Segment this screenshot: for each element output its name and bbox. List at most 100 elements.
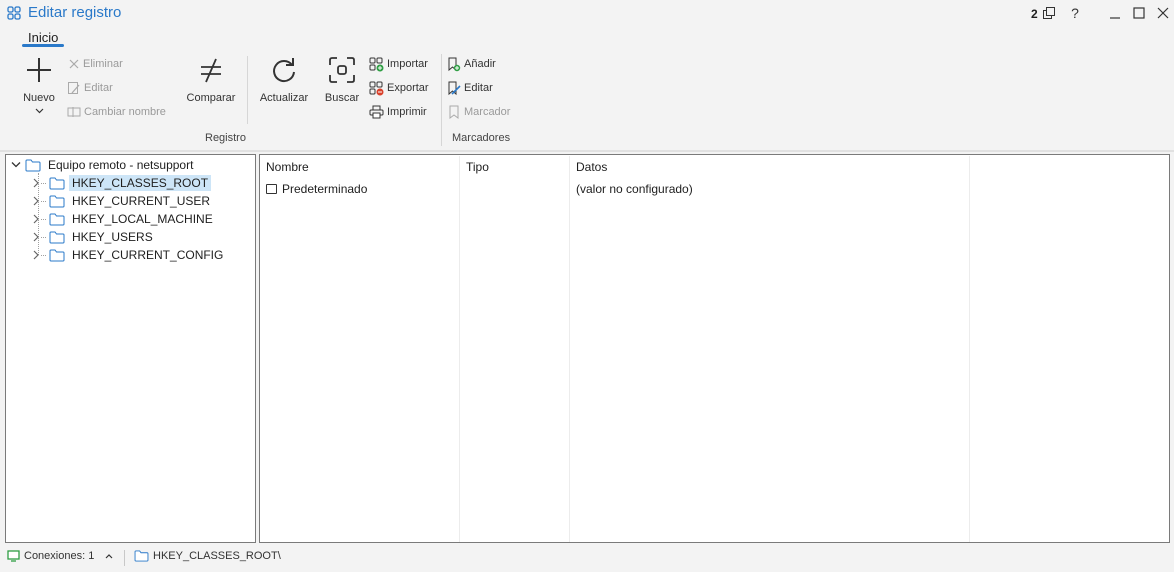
ribbon-separator xyxy=(441,54,442,146)
eliminar-button[interactable]: Eliminar xyxy=(68,55,123,73)
buscar-button[interactable]: Buscar xyxy=(322,56,362,104)
column-divider xyxy=(569,156,570,542)
tree-guide-line xyxy=(41,200,46,202)
marcador-button[interactable]: Marcador xyxy=(447,103,510,121)
table-row-nombre[interactable]: Predeterminado xyxy=(266,182,367,196)
bookmark-icon xyxy=(449,105,459,119)
maximize-button[interactable] xyxy=(1130,4,1148,22)
nuevo-label: Nuevo xyxy=(23,92,55,104)
cambiar-nombre-label: Cambiar nombre xyxy=(84,106,166,118)
registro-group-label: Registro xyxy=(205,132,246,144)
import-icon xyxy=(369,57,384,71)
value-name: Predeterminado xyxy=(282,182,368,196)
eliminar-label: Eliminar xyxy=(83,58,123,70)
folder-icon xyxy=(49,213,65,225)
window-title: Editar registro xyxy=(28,4,122,21)
imprimir-label: Imprimir xyxy=(387,106,427,118)
actualizar-button[interactable]: Actualizar xyxy=(258,56,310,104)
add-bookmark-icon xyxy=(448,57,461,71)
imprimir-button[interactable]: Imprimir xyxy=(369,103,427,121)
editar-label: Editar xyxy=(84,82,113,94)
window-count-badge: 2 xyxy=(1031,7,1038,21)
column-header-datos[interactable]: Datos xyxy=(576,160,607,174)
tree-item-hkey-users[interactable]: HKEY_USERS xyxy=(30,228,156,246)
tree-item-hkey-classes-root[interactable]: HKEY_CLASSES_ROOT xyxy=(30,174,212,192)
editar-button[interactable]: Editar xyxy=(67,79,113,97)
chevron-down-icon[interactable] xyxy=(10,159,22,171)
string-value-icon xyxy=(266,184,277,194)
folder-icon xyxy=(134,550,149,562)
anadir-marcador-button[interactable]: Añadir xyxy=(447,55,496,73)
column-header-nombre[interactable]: Nombre xyxy=(266,160,309,174)
tree-item-label: HKEY_USERS xyxy=(72,230,153,244)
tree-item-label: HKEY_CURRENT_CONFIG xyxy=(72,248,224,262)
refresh-icon xyxy=(273,58,295,83)
printer-icon xyxy=(369,105,384,119)
ribbon-divider xyxy=(0,150,1174,152)
status-bar: Conexiones: 1 HKEY_CLASSES_ROOT\ xyxy=(0,545,1174,572)
plus-icon xyxy=(27,58,51,82)
connections-status[interactable]: Conexiones: 1 xyxy=(7,550,114,562)
edit-icon xyxy=(68,82,80,94)
comparar-button[interactable]: Comparar xyxy=(184,56,238,104)
registry-tree[interactable]: Equipo remoto - netsupport HKEY_CLASSES_… xyxy=(5,154,256,543)
nuevo-button[interactable]: Nuevo xyxy=(18,56,60,115)
export-icon xyxy=(369,81,384,95)
scan-search-icon xyxy=(329,57,355,83)
tree-guide-line xyxy=(41,236,46,238)
cambiar-nombre-button[interactable]: Cambiar nombre xyxy=(67,103,166,121)
x-icon xyxy=(69,59,79,69)
marcador-label: Marcador xyxy=(464,106,511,118)
tree-guide-line xyxy=(41,254,46,256)
exportar-label: Exportar xyxy=(387,82,429,94)
column-header-tipo[interactable]: Tipo xyxy=(466,160,489,174)
actualizar-label: Actualizar xyxy=(259,92,309,104)
tree-item-hkey-local-machine[interactable]: HKEY_LOCAL_MACHINE xyxy=(30,210,216,228)
tab-active-indicator xyxy=(22,44,64,47)
rename-icon xyxy=(67,107,81,117)
tree-item-label: HKEY_CLASSES_ROOT xyxy=(69,175,212,191)
tree-item-hkey-current-user[interactable]: HKEY_CURRENT_USER xyxy=(30,192,213,210)
status-separator xyxy=(124,550,125,566)
editar-marcador-button[interactable]: Editar xyxy=(447,79,493,97)
registry-app-icon xyxy=(7,6,21,20)
folder-icon xyxy=(49,231,65,243)
importar-button[interactable]: Importar xyxy=(369,55,428,73)
chevron-down-icon xyxy=(35,108,43,114)
title-bar: Editar registro 2 ? xyxy=(0,0,1174,28)
not-equal-icon xyxy=(201,58,221,83)
tree-guide-line xyxy=(41,218,46,220)
edit-bookmark-icon xyxy=(448,81,461,95)
folder-icon xyxy=(25,159,41,171)
column-divider xyxy=(969,156,970,542)
column-divider xyxy=(459,156,460,542)
tree-root-label: Equipo remoto - netsupport xyxy=(48,158,194,172)
ribbon-separator xyxy=(247,56,248,124)
help-button[interactable]: ? xyxy=(1066,4,1084,22)
folder-icon xyxy=(49,195,65,207)
importar-label: Importar xyxy=(387,58,428,70)
editar-marcador-label: Editar xyxy=(464,82,493,94)
anadir-label: Añadir xyxy=(464,58,496,70)
chevron-up-icon[interactable] xyxy=(104,552,114,560)
marcadores-group-label: Marcadores xyxy=(452,132,511,144)
minimize-button[interactable] xyxy=(1106,4,1124,22)
monitor-icon xyxy=(7,550,20,562)
connections-label: Conexiones: 1 xyxy=(24,550,95,562)
close-button[interactable] xyxy=(1154,4,1172,22)
current-path-label: HKEY_CLASSES_ROOT\ xyxy=(153,550,281,562)
values-list[interactable]: Nombre Tipo Datos Predeterminado (valor … xyxy=(259,154,1170,543)
comparar-label: Comparar xyxy=(186,92,236,104)
folder-icon xyxy=(49,249,65,261)
ribbon: Nuevo Eliminar Editar Cambiar nombre Com… xyxy=(0,48,1174,150)
windows-icon[interactable] xyxy=(1040,4,1058,22)
tree-item-hkey-current-config[interactable]: HKEY_CURRENT_CONFIG xyxy=(30,246,226,264)
exportar-button[interactable]: Exportar xyxy=(369,79,429,97)
tree-item-label: HKEY_CURRENT_USER xyxy=(72,194,211,208)
tree-root[interactable]: Equipo remoto - netsupport xyxy=(10,156,196,174)
current-path-status: HKEY_CLASSES_ROOT\ xyxy=(134,550,281,562)
tree-guide-line xyxy=(41,182,46,184)
folder-icon xyxy=(49,177,65,189)
buscar-label: Buscar xyxy=(324,92,360,104)
value-data: (valor no configurado) xyxy=(576,182,693,196)
